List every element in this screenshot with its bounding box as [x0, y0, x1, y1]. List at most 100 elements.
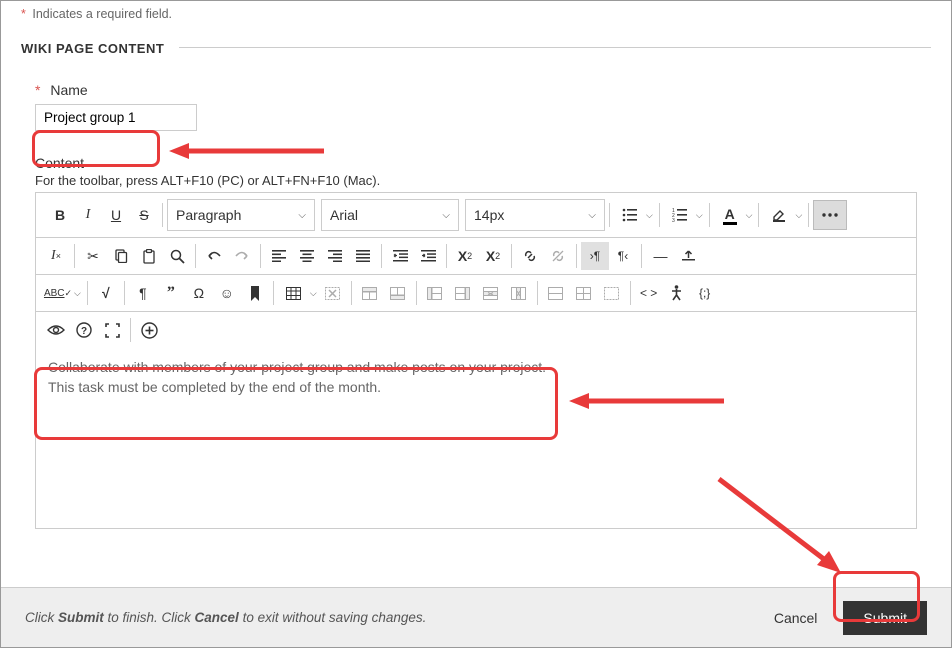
table-dropdown[interactable]: ⌵: [278, 279, 319, 307]
table-row-after-button[interactable]: [384, 279, 412, 307]
special-char-button[interactable]: Ω: [185, 279, 213, 307]
font-size-label: 14px: [474, 207, 578, 223]
paragraph-style-label: Paragraph: [176, 207, 288, 223]
ltr-button[interactable]: ›¶: [581, 242, 609, 270]
cancel-button[interactable]: Cancel: [758, 602, 834, 634]
text-color-dropdown[interactable]: A⌵: [714, 201, 755, 229]
bullet-list-dropdown[interactable]: ⌵: [614, 201, 655, 229]
spellcheck-dropdown[interactable]: ABC✓ ⌵: [42, 279, 83, 307]
italic-button[interactable]: I: [74, 201, 102, 229]
more-options-button[interactable]: [813, 200, 847, 230]
redo-button[interactable]: [228, 242, 256, 270]
toolbar-row-3: ABC✓ ⌵ √ ¶ ” Ω ☺ ⌵: [36, 275, 916, 312]
toolbar-hint: For the toolbar, press ALT+F10 (PC) or A…: [35, 173, 917, 188]
chevron-down-icon: ⌵: [442, 210, 450, 221]
cut-button[interactable]: ✂: [79, 242, 107, 270]
font-family-label: Arial: [330, 207, 432, 223]
table-delete-button[interactable]: [319, 279, 347, 307]
chevron-down-icon: ⌵: [588, 210, 596, 221]
preview-button[interactable]: [42, 316, 70, 344]
chevron-down-icon: ⌵: [74, 288, 81, 299]
required-asterisk: *: [35, 82, 40, 98]
svg-text:3: 3: [672, 218, 675, 222]
align-left-button[interactable]: [265, 242, 293, 270]
find-button[interactable]: [163, 242, 191, 270]
bullet-list-icon: [616, 201, 644, 229]
chevron-down-icon: ⌵: [795, 210, 802, 221]
toolbar-row-4: ?: [36, 312, 916, 348]
font-family-dropdown[interactable]: Arial ⌵: [321, 199, 459, 231]
indent-button[interactable]: [414, 242, 442, 270]
add-content-button[interactable]: [135, 316, 163, 344]
editor-line-1: Collaborate with members of your project…: [48, 358, 904, 378]
help-button[interactable]: ?: [70, 316, 98, 344]
underline-button[interactable]: U: [102, 201, 130, 229]
required-note-text: Indicates a required field.: [32, 7, 172, 21]
align-justify-button[interactable]: [349, 242, 377, 270]
merge-cells-button[interactable]: [542, 279, 570, 307]
number-list-dropdown[interactable]: 123 ⌵: [664, 201, 705, 229]
accessibility-button[interactable]: [663, 279, 691, 307]
strike-button[interactable]: S: [130, 201, 158, 229]
chevron-down-icon: ⌵: [298, 210, 306, 221]
font-size-dropdown[interactable]: 14px ⌵: [465, 199, 605, 231]
chevron-down-icon: ⌵: [746, 210, 753, 221]
editor-line-2: This task must be completed by the end o…: [48, 378, 904, 398]
svg-text:?: ?: [81, 326, 87, 337]
code-button[interactable]: < >: [635, 279, 663, 307]
pilcrow-button[interactable]: ¶: [129, 279, 157, 307]
align-center-button[interactable]: [293, 242, 321, 270]
chevron-down-icon: ⌵: [646, 210, 653, 221]
formula-button[interactable]: √: [92, 279, 120, 307]
highlight-icon: [765, 201, 793, 229]
outdent-button[interactable]: [386, 242, 414, 270]
submit-button[interactable]: Submit: [843, 601, 927, 635]
clear-formatting-button[interactable]: I×: [42, 242, 70, 270]
content-label: Content: [35, 155, 917, 171]
editor-content-area[interactable]: Collaborate with members of your project…: [36, 348, 916, 528]
table-icon: [280, 279, 308, 307]
toolbar-row-1: B I U S Paragraph ⌵ Arial ⌵: [36, 193, 916, 238]
subscript-button[interactable]: X2: [479, 242, 507, 270]
table-delete-col-button[interactable]: [505, 279, 533, 307]
table-row-before-button[interactable]: [356, 279, 384, 307]
anchor-button[interactable]: [241, 279, 269, 307]
emoji-button[interactable]: ☺: [213, 279, 241, 307]
highlight-color-dropdown[interactable]: ⌵: [763, 201, 804, 229]
cell-properties-button[interactable]: [598, 279, 626, 307]
superscript-button[interactable]: X2: [451, 242, 479, 270]
chevron-down-icon: ⌵: [696, 210, 703, 221]
undo-button[interactable]: [200, 242, 228, 270]
blockquote-button[interactable]: ”: [157, 279, 185, 307]
bold-button[interactable]: B: [46, 201, 74, 229]
insert-file-button[interactable]: [674, 242, 702, 270]
code-sample-button[interactable]: {;}: [691, 279, 719, 307]
rich-text-editor: B I U S Paragraph ⌵ Arial ⌵: [35, 192, 917, 529]
section-divider: [179, 47, 931, 48]
section-title: WIKI PAGE CONTENT: [21, 41, 164, 56]
asterisk-icon: *: [21, 7, 26, 21]
number-list-icon: 123: [666, 201, 694, 229]
name-label: * Name: [35, 82, 917, 98]
name-input[interactable]: [35, 104, 197, 131]
unlink-button[interactable]: [544, 242, 572, 270]
paragraph-style-dropdown[interactable]: Paragraph ⌵: [167, 199, 315, 231]
table-col-before-button[interactable]: [421, 279, 449, 307]
align-right-button[interactable]: [321, 242, 349, 270]
footer-help-text: Click Submit to finish. Click Cancel to …: [25, 610, 758, 625]
footer-bar: Click Submit to finish. Click Cancel to …: [1, 587, 951, 647]
link-button[interactable]: [516, 242, 544, 270]
split-cells-button[interactable]: [570, 279, 598, 307]
paste-button[interactable]: [135, 242, 163, 270]
rtl-button[interactable]: ¶‹: [609, 242, 637, 270]
toolbar-row-2: I× ✂: [36, 238, 916, 275]
horizontal-rule-button[interactable]: —: [646, 242, 674, 270]
spellcheck-icon: ABC✓: [44, 279, 72, 307]
table-delete-row-button[interactable]: [477, 279, 505, 307]
text-color-icon: A: [716, 201, 744, 229]
copy-button[interactable]: [107, 242, 135, 270]
name-label-text: Name: [50, 82, 87, 98]
fullscreen-button[interactable]: [98, 316, 126, 344]
required-field-note: * Indicates a required field.: [1, 1, 951, 25]
table-col-after-button[interactable]: [449, 279, 477, 307]
